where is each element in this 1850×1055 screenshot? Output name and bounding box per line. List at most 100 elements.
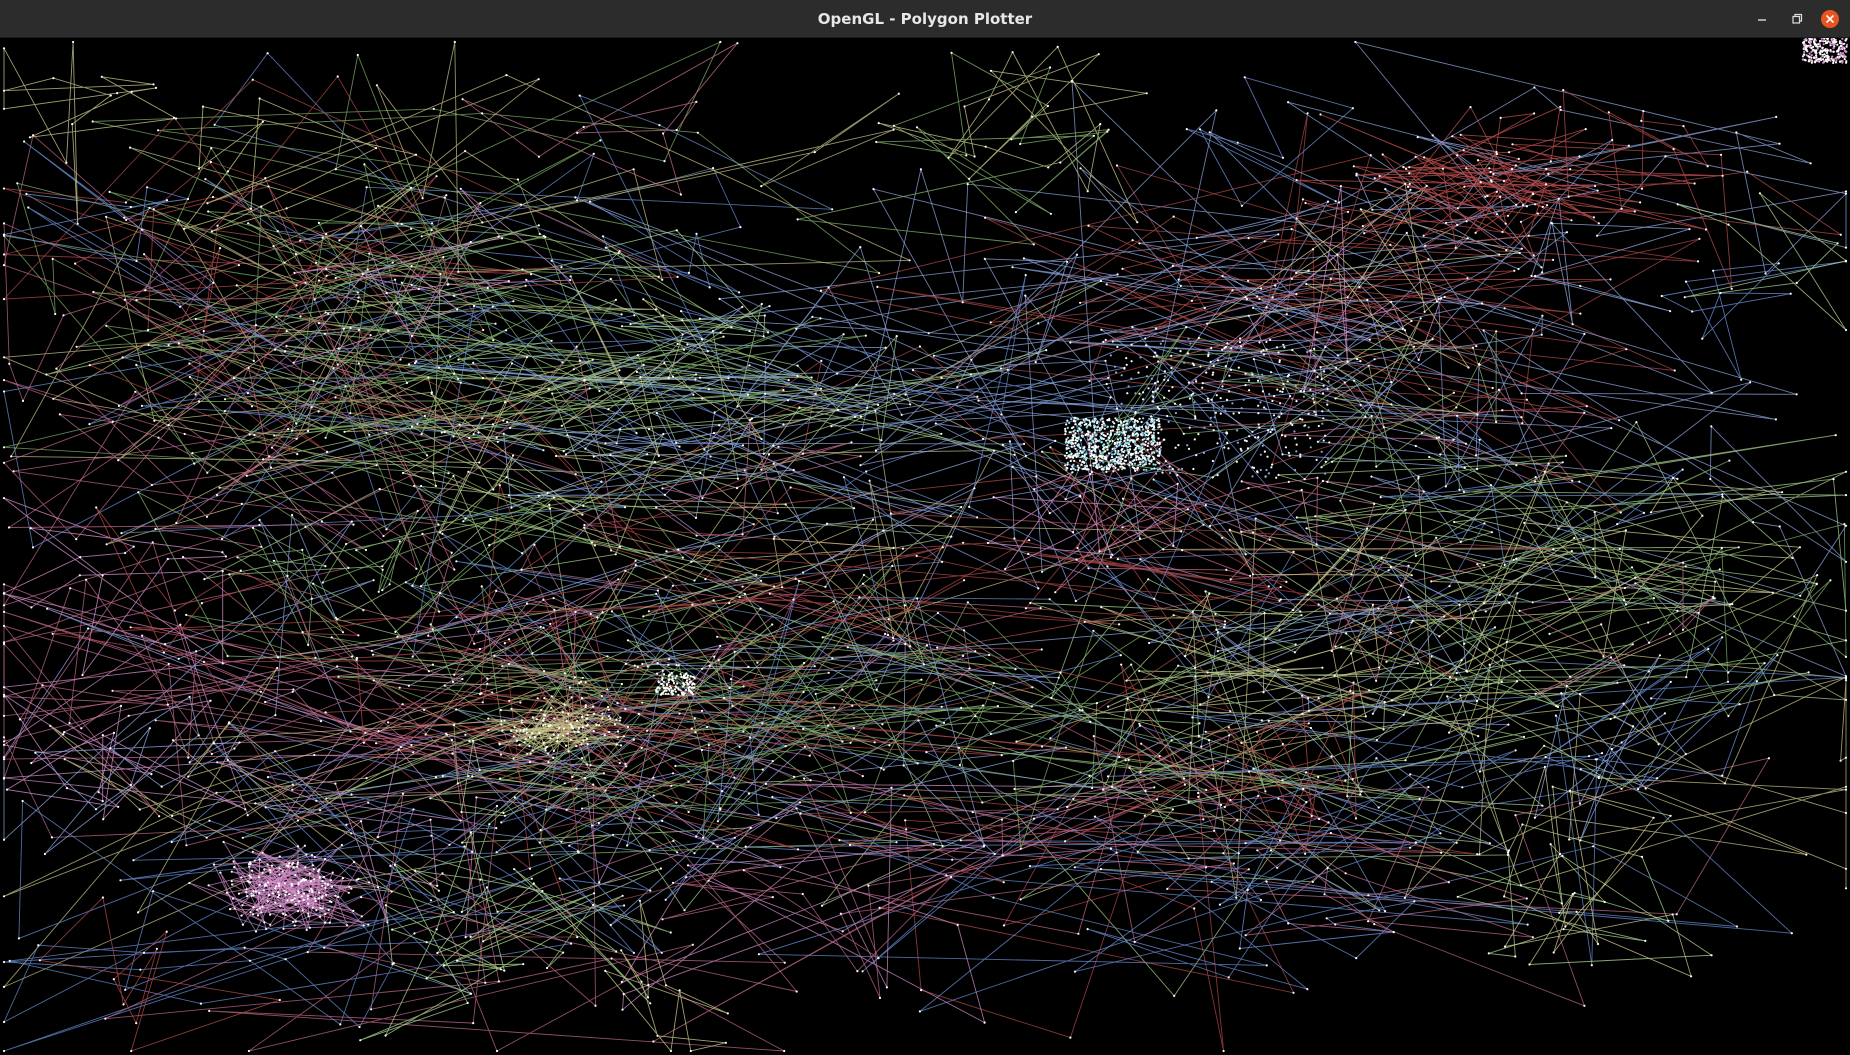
dense-vertex bbox=[1324, 472, 1327, 475]
polygon-vertex bbox=[1334, 923, 1337, 926]
polygon-vertex bbox=[1501, 230, 1504, 233]
polygon-vertex bbox=[576, 131, 579, 134]
polygon-vertex bbox=[266, 900, 269, 903]
polygon-vertex bbox=[925, 644, 929, 647]
polygon-vertex bbox=[1260, 287, 1263, 290]
polygon-vertex bbox=[1495, 190, 1498, 193]
polygon-vertex bbox=[62, 314, 65, 317]
polygon-vertex bbox=[1208, 592, 1211, 595]
polygon-vertex bbox=[481, 221, 484, 224]
polygon-vertex bbox=[162, 651, 165, 654]
dense-vertex bbox=[1094, 445, 1097, 448]
dense-vertex bbox=[686, 674, 689, 677]
polygon-vertex bbox=[461, 677, 464, 681]
polygon-vertex bbox=[512, 300, 515, 303]
polygon-vertex bbox=[356, 53, 359, 57]
polygon-vertex bbox=[549, 507, 552, 510]
polygon-vertex bbox=[154, 719, 157, 722]
dense-vertex bbox=[656, 672, 659, 675]
polygon-vertex bbox=[1721, 174, 1724, 177]
polygon-vertex bbox=[197, 734, 200, 737]
polygon-vertex bbox=[984, 145, 987, 148]
polygon-vertex bbox=[1477, 735, 1480, 738]
polygon-vertex bbox=[1413, 900, 1416, 903]
polygon-vertex bbox=[243, 946, 246, 949]
polygon-vertex bbox=[1029, 601, 1032, 605]
dense-vertex bbox=[1823, 38, 1826, 40]
polygon-plot-canvas[interactable] bbox=[0, 38, 1850, 1055]
restore-button[interactable] bbox=[1788, 10, 1806, 28]
polygon-vertex bbox=[520, 719, 523, 722]
polygon-vertex bbox=[413, 932, 416, 935]
polygon-vertex bbox=[1045, 349, 1048, 352]
polygon-vertex bbox=[709, 455, 712, 458]
polygon-vertex bbox=[358, 1025, 361, 1029]
polygon-vertex bbox=[632, 951, 636, 955]
polygon-vertex bbox=[690, 560, 693, 563]
polygon-vertex bbox=[760, 468, 763, 471]
polygon-vertex bbox=[759, 607, 762, 610]
dense-vertex bbox=[1120, 402, 1123, 405]
polygon-vertex bbox=[584, 447, 587, 450]
dense-vertex bbox=[668, 678, 671, 681]
polygon-vertex bbox=[1619, 511, 1622, 514]
polygon-vertex bbox=[284, 958, 287, 961]
dense-vertex bbox=[1211, 373, 1214, 376]
polygon-vertex bbox=[653, 460, 657, 464]
polygon-vertex bbox=[1609, 717, 1612, 721]
polygon-vertex bbox=[361, 273, 364, 276]
dense-vertex bbox=[1091, 439, 1095, 442]
polygon-vertex bbox=[49, 724, 52, 728]
polygon-vertex bbox=[841, 688, 844, 691]
dense-vertex bbox=[1179, 403, 1182, 406]
polygon-vertex bbox=[1307, 722, 1310, 725]
polygon-vertex bbox=[1547, 172, 1550, 175]
polygon-vertex bbox=[317, 221, 320, 224]
polygon-vertex bbox=[1289, 395, 1292, 398]
dense-vertex bbox=[1096, 425, 1100, 428]
minimize-button[interactable] bbox=[1753, 10, 1771, 28]
dense-vertex bbox=[1257, 436, 1260, 439]
polygon-outline bbox=[1210, 771, 1416, 959]
dense-vertex bbox=[1142, 428, 1145, 431]
title-bar[interactable]: OpenGL - Polygon Plotter bbox=[0, 0, 1850, 38]
polygon-vertex bbox=[150, 773, 153, 776]
polygon-vertex bbox=[1805, 853, 1808, 856]
dense-vertex bbox=[1314, 411, 1317, 414]
polygon-vertex bbox=[2, 222, 6, 225]
polygon-vertex bbox=[1032, 817, 1036, 820]
polygon-vertex bbox=[1182, 777, 1186, 780]
polygon-vertex bbox=[457, 270, 460, 273]
dense-vertex bbox=[1201, 386, 1204, 389]
polygon-vertex bbox=[202, 660, 205, 664]
dense-vertex bbox=[1077, 429, 1080, 432]
polygon-vertex bbox=[1291, 348, 1294, 352]
dense-vertex bbox=[671, 693, 674, 696]
polygon-vertex bbox=[1339, 499, 1342, 502]
polygon-vertex bbox=[499, 968, 502, 971]
opengl-viewport[interactable] bbox=[0, 38, 1850, 1055]
polygon-vertex bbox=[1618, 419, 1621, 422]
polygon-vertex bbox=[410, 186, 413, 189]
polygon-vertex bbox=[2, 390, 6, 393]
polygon-vertex bbox=[87, 627, 90, 630]
polygon-vertex bbox=[177, 342, 180, 345]
polygon-vertex bbox=[311, 906, 314, 909]
dense-vertex bbox=[1102, 448, 1105, 451]
polygon-vertex bbox=[892, 124, 895, 127]
polygon-vertex bbox=[495, 827, 498, 830]
polygon-vertex bbox=[1255, 730, 1259, 733]
polygon-vertex bbox=[1088, 379, 1091, 382]
polygon-vertex bbox=[1370, 415, 1373, 418]
polygon-vertex bbox=[1002, 881, 1005, 884]
polygon-vertex bbox=[1682, 125, 1685, 128]
dense-vertex bbox=[1158, 462, 1161, 465]
polygon-vertex bbox=[1240, 741, 1243, 745]
dense-vertex bbox=[1074, 423, 1077, 426]
polygon-vertex bbox=[537, 155, 541, 158]
close-button[interactable] bbox=[1820, 9, 1840, 29]
polygon-vertex bbox=[932, 354, 936, 357]
dense-vertex bbox=[1066, 461, 1069, 464]
polygon-vertex bbox=[891, 564, 894, 568]
polygon-vertex bbox=[1611, 138, 1614, 142]
